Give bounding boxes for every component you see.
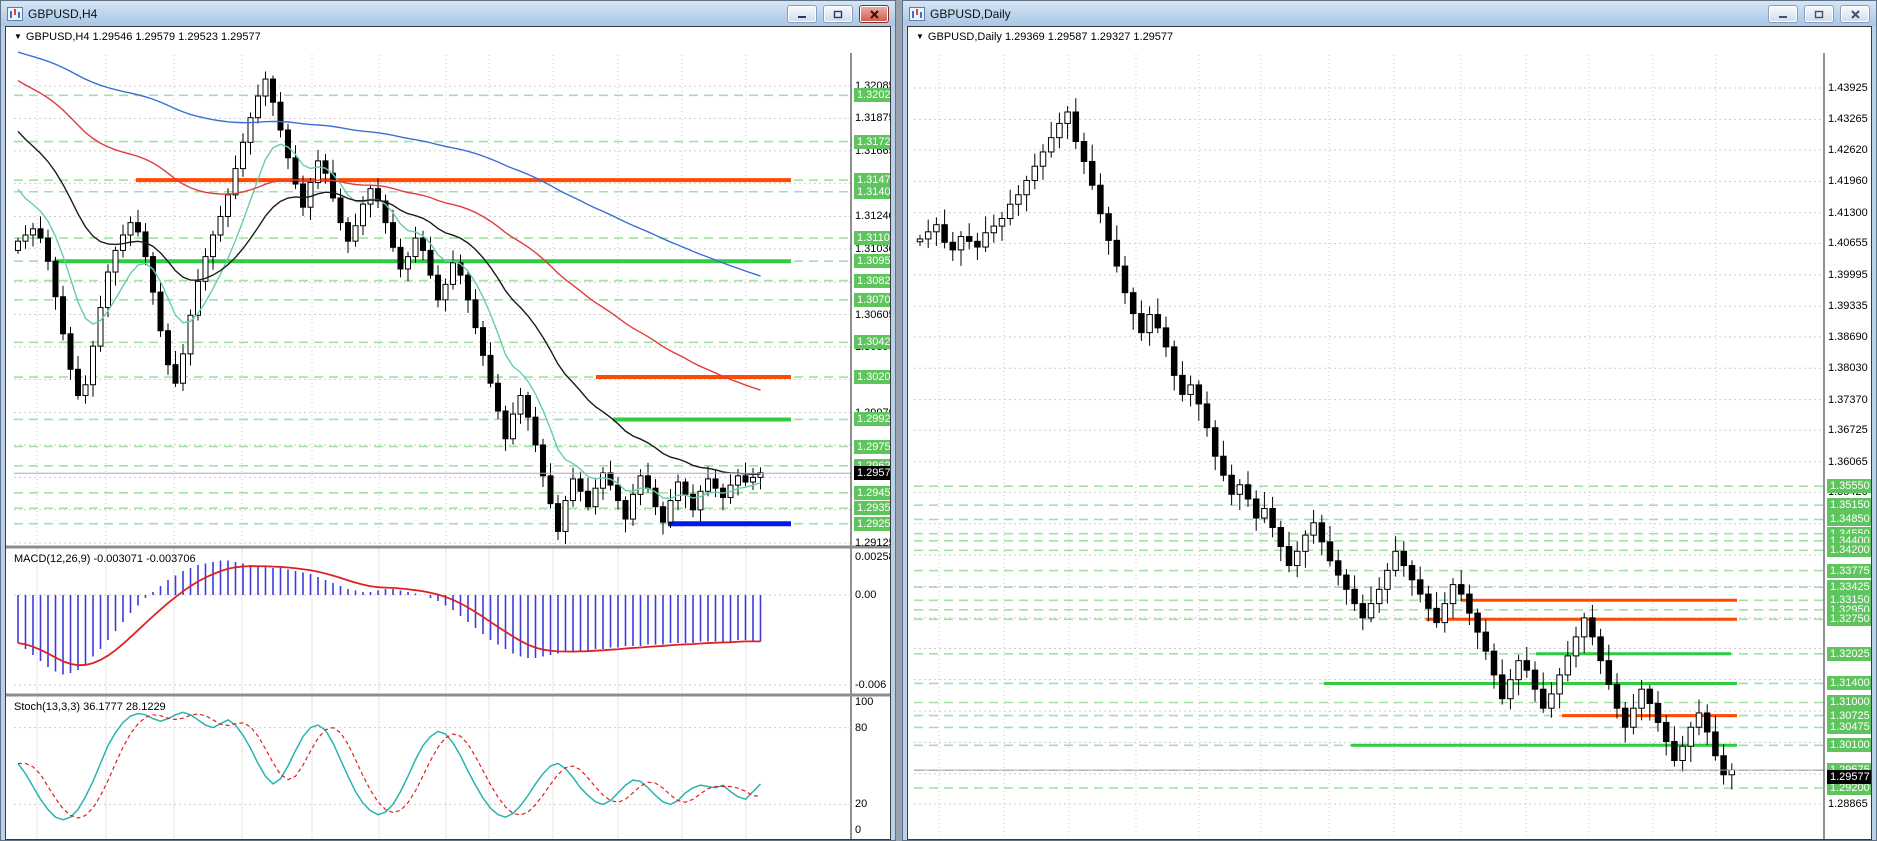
stoch-axis-label: 20 [855,798,868,811]
price-label: 1.37370 [1828,393,1868,406]
price-label: 1.39995 [1828,268,1868,281]
h4-canvas-layer[interactable] [6,27,891,840]
macd-indicator-label: MACD(12,26,9) -0.003071 -0.003706 [14,553,196,565]
price-level-badge: 1.34200 [1827,543,1871,558]
price-level-badge: 1.29350 [854,501,890,516]
symbol-info-bar: ▼ GBPUSD,Daily 1.29369 1.29587 1.29327 1.… [916,31,1173,43]
price-label: 1.28865 [1828,798,1868,810]
chart-content[interactable]: ▼ GBPUSD,Daily 1.29369 1.29587 1.29327 1.… [907,26,1872,840]
stoch-axis-label: 80 [855,721,868,734]
price-level-badge: 1.34850 [1827,512,1871,527]
price-level-badge: 1.35150 [1827,498,1871,513]
stoch-axis-label: 0 [855,824,862,836]
close-button[interactable] [859,5,889,23]
price-level-badge: 1.29925 [854,412,890,427]
restore-button[interactable] [1804,5,1834,23]
minimize-icon [1779,15,1787,18]
win-h4-chart-canvas[interactable] [6,27,891,840]
price-label: 1.36065 [1828,455,1868,468]
title-bar[interactable]: GBPUSD,Daily [903,1,1876,26]
minimize-button[interactable] [1768,5,1798,23]
price-label: 1.43265 [1828,113,1868,126]
price-level-badge: 1.35550 [1827,479,1871,494]
price-level-badge: 1.29250 [854,516,890,531]
price-level-badge: 1.31000 [1827,695,1871,710]
price-label: 1.38030 [1828,362,1868,375]
price-level-badge: 1.30100 [1827,738,1871,753]
restore-icon [1814,10,1824,18]
minimize-button[interactable] [787,5,817,23]
close-icon [1850,9,1860,19]
price-level-badge: 1.33775 [1827,563,1871,578]
current-price-badge: 1.29577 [1827,770,1871,785]
price-level-badge: 1.29750 [854,439,890,454]
stoch-indicator-label: Stoch(13,3,3) 36.1777 28.1229 [14,701,166,713]
price-level-badge: 1.32025 [854,88,890,103]
restore-button[interactable] [823,5,853,23]
title-bar[interactable]: GBPUSD,H4 [1,1,895,26]
price-level-badge: 1.31400 [854,184,890,199]
restore-icon [833,10,843,18]
price-label: 1.31875 [855,112,891,125]
price-level-badge: 1.31725 [854,134,890,149]
price-level-badge: 1.31400 [1827,676,1871,691]
price-label: 1.36725 [1828,424,1868,437]
price-level-badge: 1.30950 [854,254,890,269]
price-level-badge: 1.29450 [854,485,890,500]
symbol-ohlc-text: GBPUSD,Daily 1.29369 1.29587 1.29327 1.2… [927,31,1174,43]
dropdown-marker-icon: ▼ [916,32,924,41]
daily-canvas-layer[interactable] [908,27,1872,840]
price-label: 1.30605 [855,308,891,321]
symbol-ohlc-text: GBPUSD,H4 1.29546 1.29579 1.29523 1.2957… [25,31,261,43]
chart-window-gbpusd-daily: GBPUSD,Daily ▼ GBPUSD,Daily 1.29369 1.295… [902,0,1877,841]
current-price-badge: 1.29577 [854,466,890,481]
win-daily-chart-canvas[interactable] [908,27,1872,840]
price-label: 1.43925 [1828,82,1868,94]
chart-window-icon [909,6,925,21]
macd-axis-label: 0.00 [855,589,877,601]
price-level-badge: 1.30425 [854,335,890,350]
price-level-badge: 1.31100 [854,231,890,246]
symbol-info-bar: ▼ GBPUSD,H4 1.29546 1.29579 1.29523 1.295… [14,31,261,43]
price-label: 1.31240 [855,210,891,223]
price-level-badge: 1.30825 [854,273,890,288]
chart-content[interactable]: ▼ GBPUSD,H4 1.29546 1.29579 1.29523 1.295… [5,26,891,840]
price-level-badge: 1.32750 [1827,612,1871,627]
macd-axis-label: -0.006 [855,679,887,691]
chart-window-icon [7,6,23,21]
price-level-badge: 1.32025 [1827,646,1871,661]
price-level-badge: 1.30475 [1827,720,1871,735]
price-label: 1.29125 [855,537,891,549]
macd-axis-label: 0.002583 [855,551,890,563]
close-button[interactable] [1840,5,1870,23]
window-title: GBPUSD,Daily [930,6,1011,21]
price-label: 1.41960 [1828,175,1868,188]
price-label: 1.40655 [1828,237,1868,250]
close-icon [869,9,879,19]
chart-window-gbpusd-h4: GBPUSD,H4 ▼ GBPUSD,H4 1.29546 1.29579 1.2… [0,0,896,841]
price-level-badge: 1.30700 [854,292,890,307]
dropdown-marker-icon: ▼ [14,32,22,41]
price-level-badge: 1.33425 [1827,580,1871,595]
price-label: 1.39335 [1828,300,1868,313]
price-label: 1.41300 [1828,206,1868,219]
stoch-axis-label: 100 [855,696,874,708]
window-title: GBPUSD,H4 [28,6,98,21]
price-label: 1.38690 [1828,330,1868,343]
price-label: 1.42620 [1828,144,1868,157]
price-level-badge: 1.30200 [854,370,890,385]
minimize-icon [798,15,806,18]
